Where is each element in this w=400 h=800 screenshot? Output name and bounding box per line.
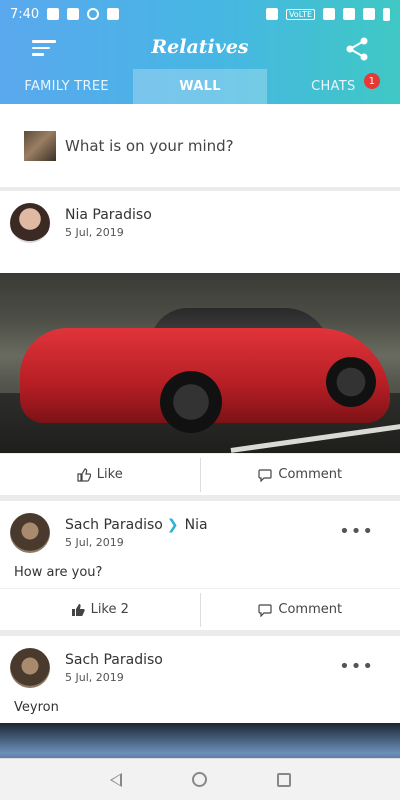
comment-button[interactable]: Comment: [201, 467, 400, 482]
menu-icon[interactable]: [32, 40, 56, 56]
comment-icon: [258, 468, 272, 482]
post-header: Sach Paradiso 5 Jul, 2019 •••: [0, 636, 400, 700]
image-notification-icon: [107, 8, 120, 20]
more-icon[interactable]: •••: [339, 521, 374, 542]
thumbs-up-icon: [77, 467, 91, 482]
signal-icon: [363, 8, 375, 20]
like-label: Like: [96, 467, 123, 482]
chats-unread-badge: 1: [363, 73, 380, 89]
comment-label: Comment: [278, 602, 343, 617]
post-date: 5 Jul, 2019: [65, 671, 124, 684]
post-image-red-sports-car[interactable]: [0, 273, 400, 453]
comment-icon: [258, 603, 272, 617]
vibrate-icon: [323, 8, 335, 20]
wall-feed[interactable]: What is on your mind? Nia Paradiso 5 Jul…: [0, 104, 400, 758]
post-author[interactable]: Nia Paradiso: [65, 207, 152, 223]
app-title: Relatives: [151, 36, 249, 58]
chevron-right-icon: ❯: [166, 517, 179, 533]
post-author[interactable]: Sach Paradiso: [65, 517, 163, 533]
tab-chats-label: CHATS: [311, 79, 356, 94]
composer-placeholder: What is on your mind?: [65, 136, 234, 155]
like-label: Like 2: [90, 602, 129, 617]
wifi-icon: [343, 8, 355, 20]
post-recipient[interactable]: Nia: [185, 517, 208, 533]
thumbs-up-icon: [71, 603, 85, 616]
post-text: How are you?: [14, 565, 103, 580]
post-card: Sach Paradiso ❯ Nia 5 Jul, 2019 ••• How ar…: [0, 501, 400, 630]
recent-apps-icon[interactable]: [276, 772, 291, 787]
status-time: 7:40: [10, 6, 40, 22]
tab-bar: FAMILY TREE WALL CHATS 1: [0, 69, 400, 104]
avatar[interactable]: [10, 513, 50, 553]
like-button[interactable]: Like 2: [0, 602, 200, 617]
post-image-veyron-car[interactable]: [0, 723, 400, 758]
post-header: Sach Paradiso ❯ Nia 5 Jul, 2019 •••: [0, 501, 400, 565]
composer-avatar: [24, 130, 56, 161]
post-date: 5 Jul, 2019: [65, 536, 124, 549]
back-icon[interactable]: [109, 772, 122, 787]
post-author[interactable]: Sach Paradiso: [65, 652, 163, 668]
tab-chats[interactable]: CHATS 1: [267, 69, 400, 104]
app-toolbar: Relatives: [0, 28, 400, 66]
post-card: Nia Paradiso 5 Jul, 2019 Like Comment: [0, 191, 400, 495]
comment-label: Comment: [278, 467, 343, 482]
post-actions: Like Comment: [0, 453, 400, 495]
system-navigation-bar: [0, 758, 400, 800]
post-actions: Like 2 Comment: [0, 588, 400, 630]
sync-notification-icon: [87, 8, 100, 20]
like-button[interactable]: Like: [0, 467, 200, 482]
more-icon[interactable]: •••: [339, 656, 374, 677]
mail-notification-icon: [47, 8, 60, 20]
battery-icon: [383, 7, 390, 21]
tab-wall[interactable]: WALL: [133, 69, 267, 104]
post-text: Veyron: [14, 700, 59, 715]
status-bar: 7:40 VoLTE: [0, 0, 400, 28]
tab-family-tree[interactable]: FAMILY TREE: [0, 69, 133, 104]
volte-badge: VoLTE: [285, 8, 315, 20]
post-date: 5 Jul, 2019: [65, 226, 124, 239]
nfc-icon: [265, 8, 278, 20]
document-notification-icon: [67, 8, 80, 20]
post-header: Nia Paradiso 5 Jul, 2019: [0, 191, 400, 255]
post-card: Sach Paradiso 5 Jul, 2019 ••• Veyron: [0, 636, 400, 758]
comment-button[interactable]: Comment: [201, 602, 400, 617]
avatar[interactable]: [10, 203, 50, 243]
share-icon[interactable]: [344, 36, 370, 62]
avatar[interactable]: [10, 648, 50, 688]
home-icon[interactable]: [191, 772, 207, 787]
post-composer[interactable]: What is on your mind?: [0, 104, 400, 187]
